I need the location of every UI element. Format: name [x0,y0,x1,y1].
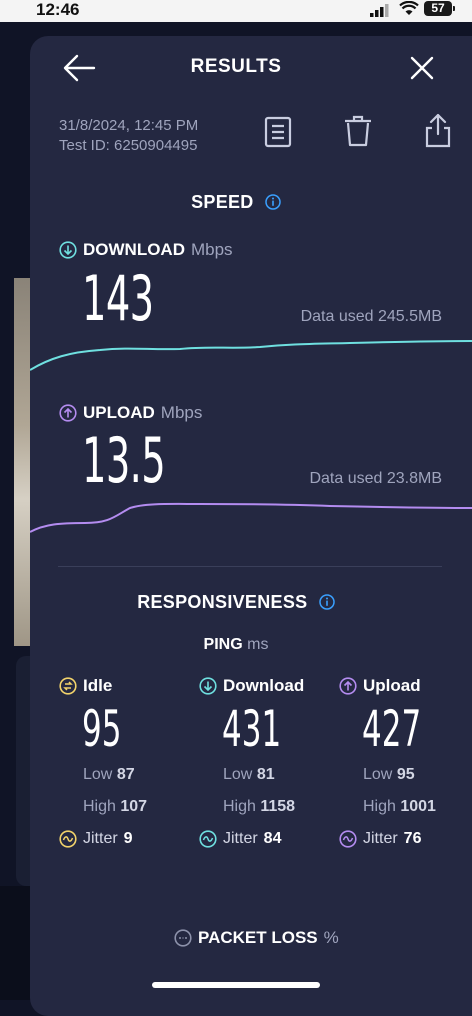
test-id: Test ID: 6250904495 [59,137,198,154]
upload-unit: Mbps [160,403,203,422]
upload-speed-value: 13.5 [82,424,166,497]
idle-high: High 107 [83,798,147,816]
packet-loss-row: PACKET LOSS % [174,928,339,948]
download-ping-label: Download [223,676,305,695]
upload-ping-value: 427 [362,700,422,758]
ping-title: PING [203,636,243,653]
status-time: 12:46 [36,0,80,19]
download-jitter-value: 84 [263,830,282,847]
responsiveness-section-title: RESPONSIVENESS [0,592,472,613]
download-low: Low 81 [223,766,275,784]
idle-jitter-value: 9 [123,830,133,847]
ping-unit: ms [247,636,269,653]
low-label: Low [83,766,113,783]
jitter-icon [59,830,77,848]
jitter-label: Jitter [223,830,258,847]
download-high: High 1158 [223,798,295,816]
upload-high-value: 1001 [400,798,436,815]
download-arrow-icon [199,677,217,695]
test-datetime: 31/8/2024, 12:45 PM [59,117,199,134]
idle-label: Idle [83,676,113,695]
high-label: High [83,798,116,815]
download-ping-value: 431 [222,700,282,758]
home-indicator[interactable] [152,982,320,988]
info-icon[interactable] [319,594,335,610]
download-data-used: Data used 245.5MB [300,308,442,325]
download-jitter: Jitter 84 [199,830,281,848]
packet-loss-icon [174,929,192,947]
status-bar: 12:46 57 [0,0,472,22]
low-label: Low [223,766,253,783]
upload-arrow-icon [339,677,357,695]
idle-low-value: 87 [116,766,135,783]
jitter-label: Jitter [363,830,398,847]
idle-ping-value: 95 [82,700,122,758]
upload-low: Low 95 [363,766,415,784]
upload-low-value: 95 [396,766,415,783]
upload-data-used: Data used 23.8MB [309,470,442,487]
idle-header: Idle [59,676,112,696]
section-divider [58,566,442,567]
idle-icon [59,677,77,695]
upload-ping-header: Upload [339,676,421,696]
ping-label: PING ms [0,636,472,654]
share-icon[interactable] [424,112,452,148]
download-speed-graph [30,340,472,371]
download-label: DOWNLOAD [83,240,185,259]
speed-title: SPEED [191,192,254,212]
packet-loss-unit: % [323,928,339,947]
page-title: RESULTS [190,56,282,77]
upload-jitter-value: 76 [403,830,422,847]
idle-low: Low 87 [83,766,135,784]
upload-arrow-icon [59,404,77,422]
wifi-icon [399,1,419,15]
upload-jitter: Jitter 76 [339,830,421,848]
download-high-value: 1158 [260,798,296,815]
download-label-row: DOWNLOAD Mbps [59,240,233,260]
upload-ping-label: Upload [363,676,421,695]
jitter-icon [339,830,357,848]
signal-icon [370,4,389,17]
info-icon[interactable] [265,194,281,210]
idle-high-value: 107 [120,798,148,815]
upload-high: High 1001 [363,798,436,816]
packet-loss-label: PACKET LOSS [198,928,318,947]
upload-label: UPLOAD [83,403,155,422]
high-label: High [363,798,396,815]
test-meta: 31/8/2024, 12:45 PM Test ID: 6250904495 [59,116,198,156]
trash-icon[interactable] [343,114,373,148]
report-icon[interactable] [264,116,292,148]
speed-section-title: SPEED [0,192,472,213]
download-ping-header: Download [199,676,304,696]
download-speed-value: 143 [82,262,154,335]
jitter-label: Jitter [83,830,118,847]
upload-label-row: UPLOAD Mbps [59,403,202,423]
upload-speed-graph [30,502,472,533]
idle-jitter: Jitter 9 [59,830,133,848]
high-label: High [223,798,256,815]
battery-level: 57 [424,1,452,16]
responsiveness-title: RESPONSIVENESS [137,592,308,612]
download-low-value: 81 [256,766,275,783]
battery-cap [453,6,455,11]
jitter-icon [199,830,217,848]
download-unit: Mbps [190,240,233,259]
close-icon[interactable] [408,54,436,82]
low-label: Low [363,766,393,783]
background-photo [14,278,30,646]
download-arrow-icon [59,241,77,259]
